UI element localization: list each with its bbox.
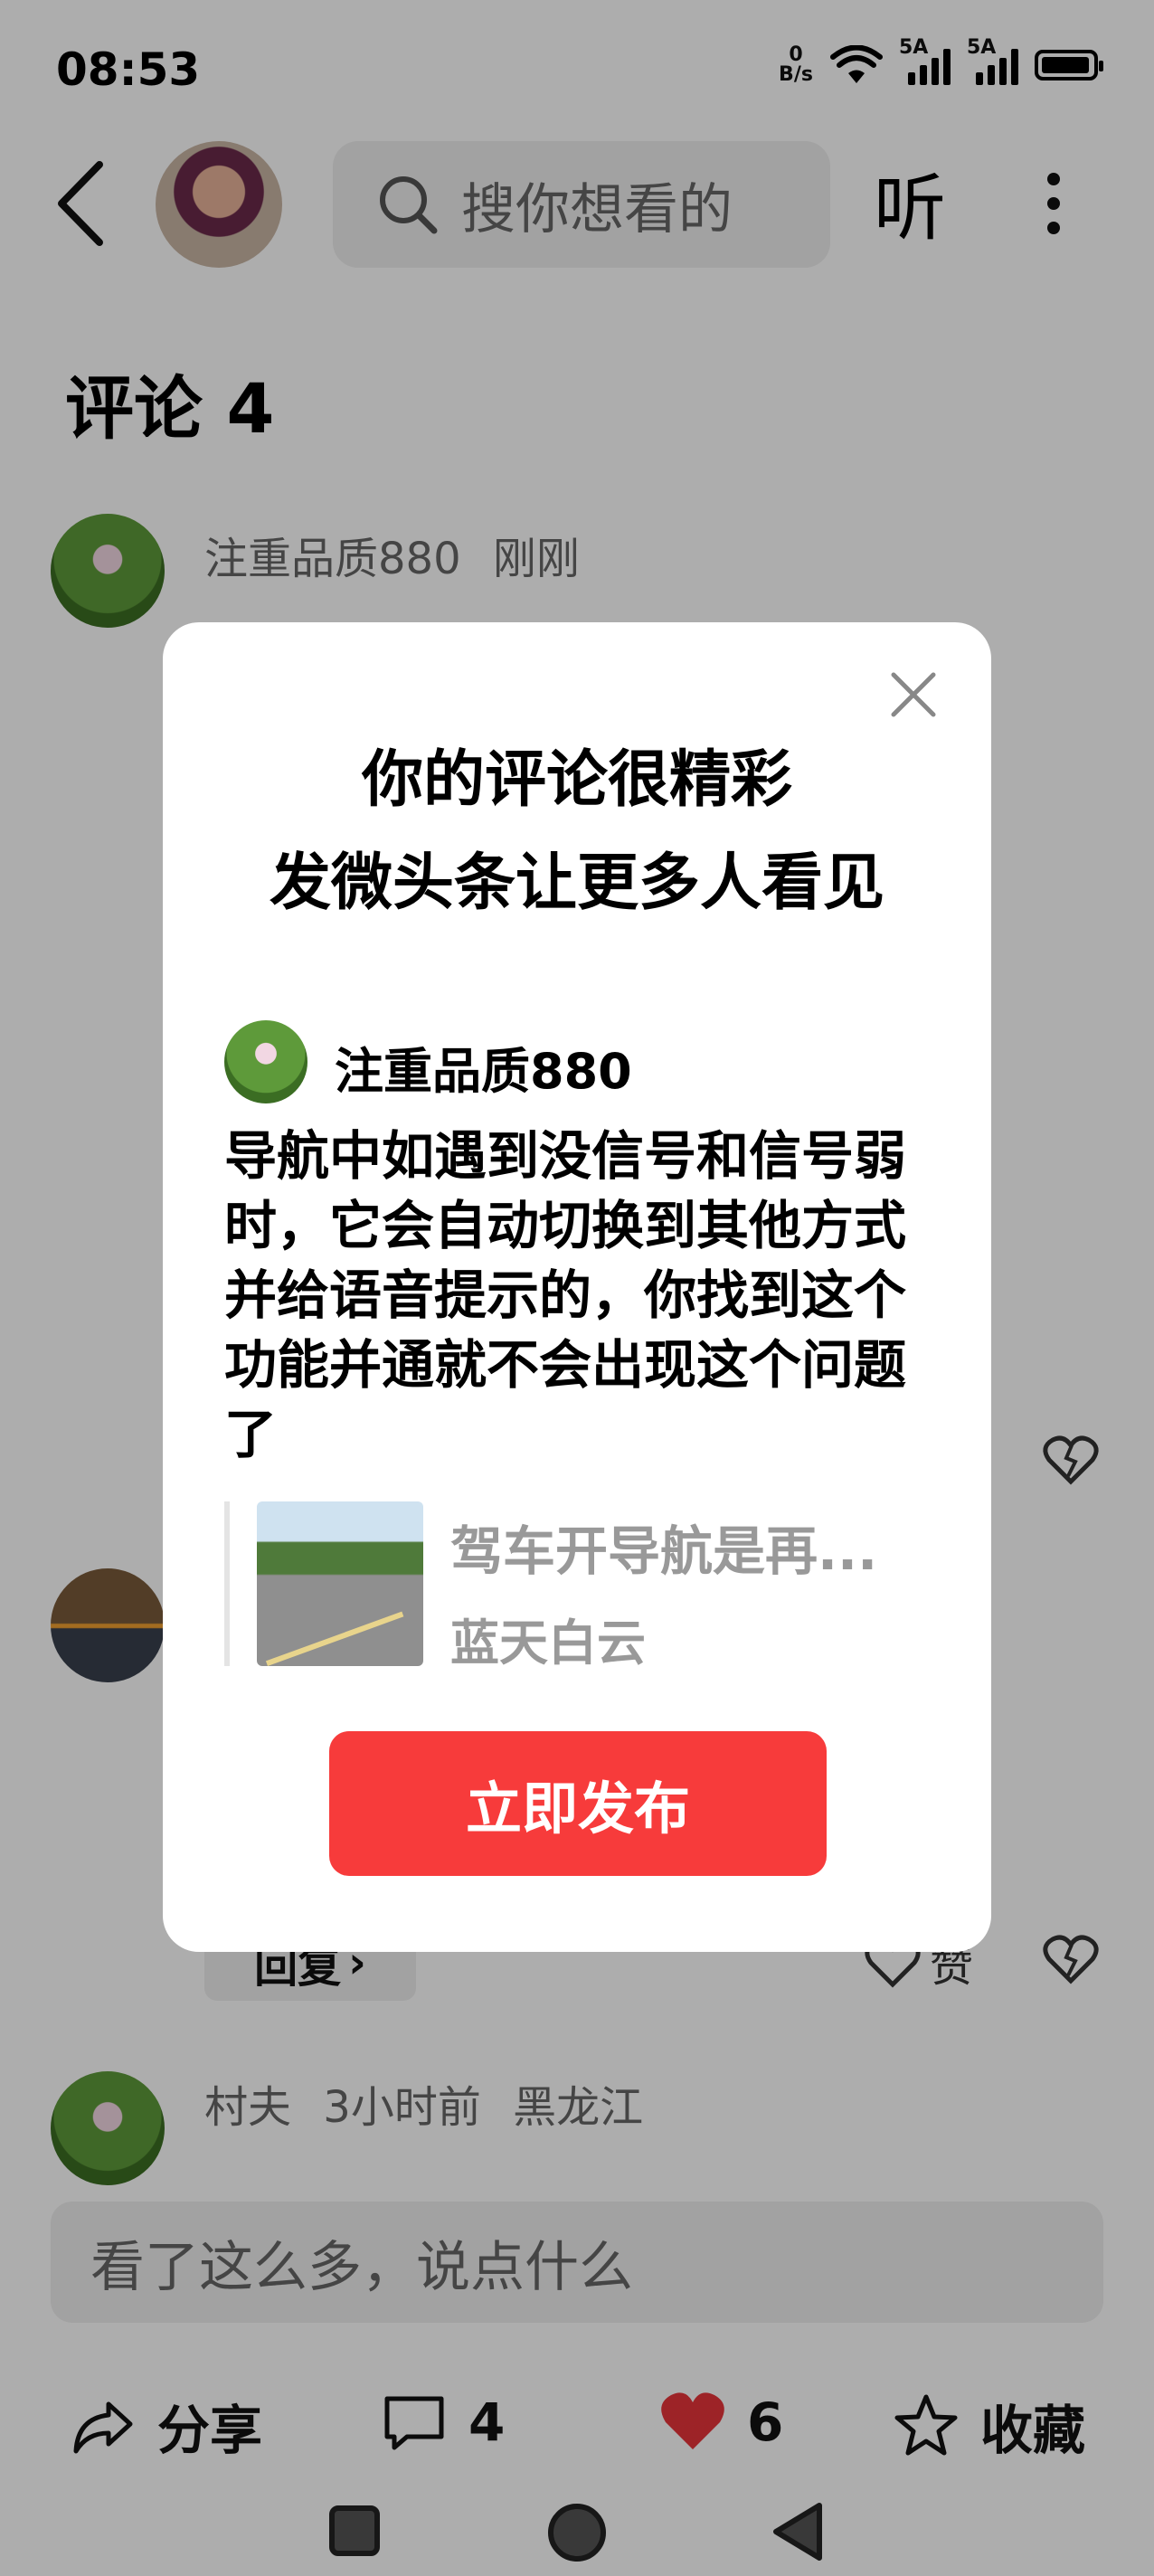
dialog-comment-text: 导航中如遇到没信号和信号弱时，它会自动切换到其他方式并给语音提示的，你找到这个功… — [224, 1125, 907, 1465]
share-comment-dialog: 你的评论很精彩 发微头条让更多人看见 注重品质880 导航中如遇到没信号和信号弱… — [163, 622, 991, 1952]
dialog-title-line1: 你的评论很精彩 — [361, 744, 792, 816]
close-icon[interactable] — [886, 668, 941, 722]
article-thumbnail — [257, 1501, 423, 1666]
user-avatar — [224, 1020, 307, 1103]
dialog-title-line2: 发微头条让更多人看见 — [269, 848, 884, 919]
publish-now-button[interactable]: 立即发布 — [329, 1731, 827, 1876]
quoted-article: 驾车开导航是再... 蓝天白云 — [224, 1501, 935, 1672]
dialog-username: 注重品质880 — [335, 1043, 632, 1100]
article-title: 驾车开导航是再... — [450, 1520, 878, 1582]
article-author: 蓝天白云 — [450, 1615, 646, 1672]
